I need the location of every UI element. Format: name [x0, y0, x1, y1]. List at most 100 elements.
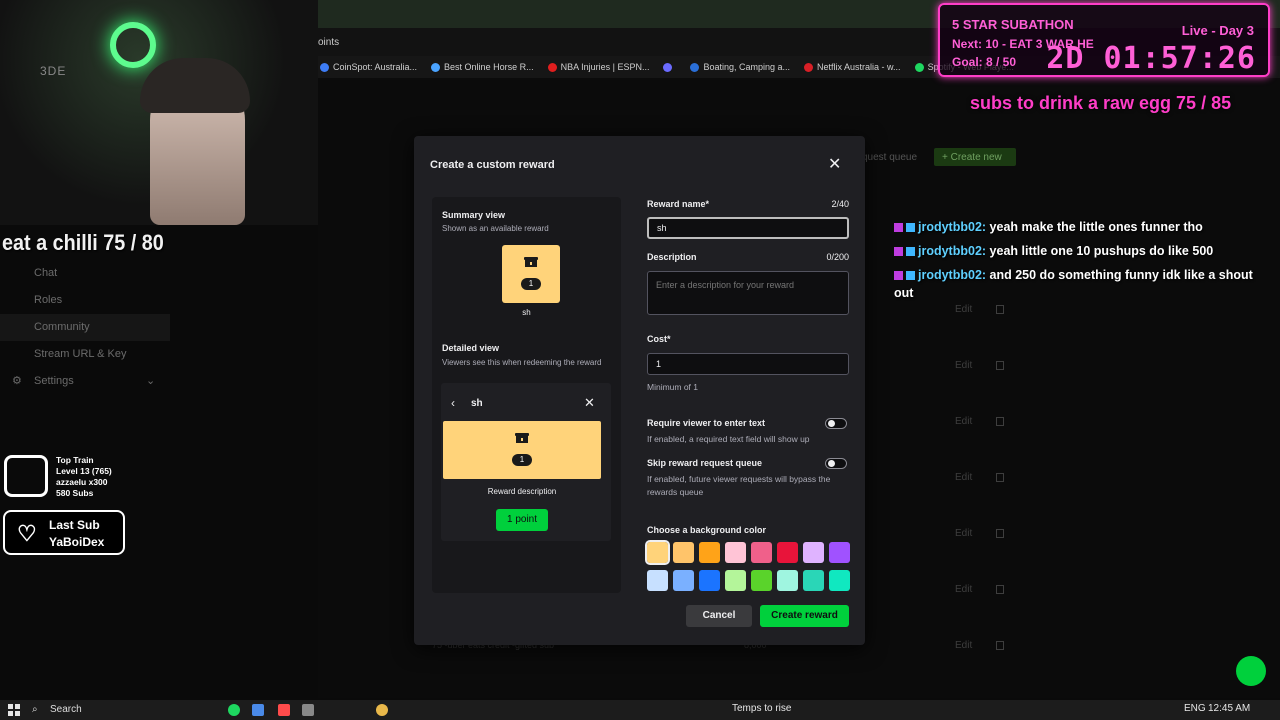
chat-overlay: jrodytbb02: yeah make the little ones fu… [894, 218, 1274, 308]
trash-icon[interactable] [996, 417, 1004, 426]
reward-name-input[interactable] [647, 217, 849, 239]
side-menu-item-chat[interactable]: Chat [0, 260, 170, 287]
color-swatch[interactable] [777, 570, 798, 591]
skip-queue-toggle[interactable] [825, 458, 847, 469]
chat-username: jrodytbb02: [918, 220, 987, 234]
chrome-icon[interactable] [376, 704, 388, 716]
toggle-knob [828, 420, 835, 427]
row-edit-button[interactable]: Edit [955, 360, 972, 371]
streamer-hair [140, 58, 250, 113]
bookmark-item[interactable]: Boating, Camping a... [690, 62, 790, 72]
chat-text: yeah make the little ones funner tho [986, 220, 1203, 234]
train-subs: 580 Subs [56, 488, 94, 498]
chat-message: jrodytbb02: yeah make the little ones fu… [894, 218, 1274, 236]
screen: oints CoinSpot: Australia... Best Online … [0, 0, 1280, 720]
steam-icon[interactable] [252, 704, 264, 716]
bookmark-item[interactable]: Best Online Horse R... [431, 62, 534, 72]
cost-input[interactable] [647, 353, 849, 375]
trash-icon[interactable] [996, 585, 1004, 594]
detail-reward-description: Reward description [487, 487, 557, 496]
color-swatch[interactable] [673, 542, 694, 563]
row-edit-button[interactable]: Edit [955, 640, 972, 651]
search-icon: ⌕ [32, 704, 38, 715]
color-swatch[interactable] [777, 542, 798, 563]
bookmark-label: Boating, Camping a... [703, 62, 791, 72]
trash-icon[interactable] [996, 641, 1004, 650]
color-swatch[interactable] [751, 570, 772, 591]
bookmark-favicon-icon [431, 62, 441, 72]
color-swatch[interactable] [647, 570, 668, 591]
train-top-user: azzaelu x300 [56, 477, 108, 487]
trash-icon[interactable] [996, 529, 1004, 538]
badge-icon [906, 223, 915, 233]
color-swatch[interactable] [829, 542, 850, 563]
request-queue-link[interactable]: quest queue [862, 152, 917, 163]
cost-help: Minimum of 1 [647, 382, 699, 392]
bookmark-favicon-icon [320, 62, 329, 72]
language-indicator[interactable]: ENG [1184, 703, 1206, 714]
row-edit-button[interactable]: Edit [955, 584, 972, 595]
color-swatch[interactable] [751, 542, 772, 563]
bookmark-item[interactable]: CoinSpot: Australia... [320, 62, 417, 72]
app-icon[interactable] [302, 704, 314, 716]
last-sub-label: Last Sub [49, 518, 100, 532]
row-edit-button[interactable]: Edit [955, 472, 972, 483]
chevron-left-icon[interactable]: ‹ [451, 396, 455, 410]
row-edit-button[interactable]: Edit [955, 416, 972, 427]
color-swatch[interactable] [725, 570, 746, 591]
redeem-button[interactable]: 1 point [496, 509, 548, 531]
close-icon[interactable]: ✕ [828, 154, 841, 174]
chat-text: yeah little one 10 pushups do like 500 [986, 244, 1214, 258]
color-swatch[interactable] [673, 570, 694, 591]
chevron-down-icon: ⌄ [146, 375, 156, 387]
help-chat-icon[interactable] [1236, 656, 1266, 686]
bookmark-item[interactable]: NBA Injuries | ESPN... [547, 62, 650, 72]
require-text-toggle[interactable] [825, 418, 847, 429]
trash-icon[interactable] [996, 361, 1004, 370]
detailed-view-label: Detailed view [442, 343, 500, 353]
dialog-title: Create a custom reward [430, 159, 555, 171]
taskbar-search[interactable]: ⌕ Search [26, 702, 176, 718]
toggle-knob [828, 460, 835, 467]
clock: 12:45 AM [1208, 703, 1251, 714]
reward-icon [524, 257, 538, 267]
chat-username: jrodytbb02: [918, 268, 987, 282]
create-reward-button[interactable]: Create reward [760, 605, 849, 627]
badge-icon [894, 271, 903, 281]
description-field[interactable] [647, 271, 849, 315]
summary-reward-name: sh [522, 308, 531, 317]
side-menu-item-settings[interactable]: ⚙ Settings ⌄ [0, 368, 170, 395]
cancel-button[interactable]: Cancel [686, 605, 752, 627]
color-swatch[interactable] [699, 542, 720, 563]
side-menu-item-stream-url[interactable]: Stream URL & Key [0, 341, 170, 368]
bookmark-item[interactable] [663, 62, 676, 72]
detail-reward-name: sh [471, 398, 483, 409]
color-swatch[interactable] [803, 570, 824, 591]
windows-start-icon[interactable] [8, 704, 20, 716]
app-icon[interactable] [278, 704, 290, 716]
bookmark-item[interactable]: Netflix Australia - w... [804, 62, 901, 72]
require-text-help: If enabled, a required text field will s… [647, 434, 810, 444]
create-new-button[interactable]: + Create new [934, 148, 1016, 166]
color-swatch[interactable] [699, 570, 720, 591]
train-icon [4, 455, 48, 497]
row-edit-button[interactable]: Edit [955, 528, 972, 539]
ring-light [110, 22, 156, 68]
bookmark-label: NBA Injuries | ESPN... [560, 62, 650, 72]
close-icon[interactable]: ✕ [584, 395, 595, 411]
color-swatch[interactable] [803, 542, 824, 563]
bookmark-favicon-icon [547, 62, 557, 72]
card-cost-badge: 1 [512, 454, 532, 466]
chat-message: jrodytbb02: yeah little one 10 pushups d… [894, 242, 1274, 260]
chilli-goal-text: eat a chilli 75 / 80 [2, 230, 164, 255]
spotify-icon[interactable] [228, 704, 240, 716]
color-swatch[interactable] [645, 540, 670, 565]
badge-icon [894, 223, 903, 233]
trash-icon[interactable] [996, 473, 1004, 482]
summary-view-label: Summary view [442, 210, 506, 220]
color-swatch[interactable] [725, 542, 746, 563]
side-menu-item-community[interactable]: Community [0, 314, 170, 341]
color-swatch[interactable] [829, 570, 850, 591]
side-menu-item-roles[interactable]: Roles [0, 287, 170, 314]
address-text: oints [318, 37, 340, 48]
